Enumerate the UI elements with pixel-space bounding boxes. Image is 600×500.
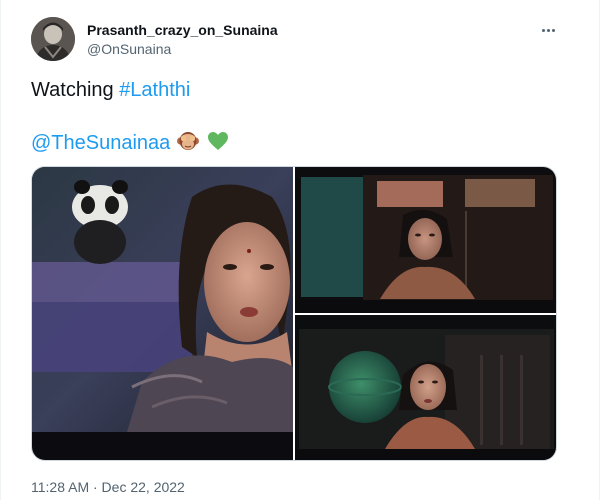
author-avatar[interactable] <box>31 17 75 61</box>
media-grid <box>31 166 557 461</box>
mention-link[interactable]: @TheSunainaa <box>31 132 170 154</box>
movie-still-2-image <box>295 167 556 313</box>
media-image-1[interactable] <box>32 167 293 460</box>
tweet-text: Watching #Laththi <box>31 77 190 103</box>
author-handle[interactable]: @OnSunaina <box>87 40 171 58</box>
author-display-name[interactable]: Prasanth_crazy_on_Sunaina <box>87 21 278 39</box>
movie-still-1-image <box>32 167 293 460</box>
movie-still-3-image <box>295 315 556 460</box>
tweet-timestamp[interactable]: 11:28 AM · Dec 22, 2022 <box>31 478 185 496</box>
hashtag-link[interactable]: #Laththi <box>119 79 190 101</box>
tweet-mention-line: @TheSunainaa <box>31 129 230 156</box>
see-no-evil-monkey-emoji-icon <box>176 129 200 153</box>
media-image-3[interactable] <box>295 315 556 460</box>
green-heart-emoji-icon <box>206 129 230 153</box>
media-image-2[interactable] <box>295 167 556 313</box>
tweet-card: Prasanth_crazy_on_Sunaina @OnSunaina Wat… <box>0 0 600 500</box>
avatar-image <box>31 17 75 61</box>
more-options-icon[interactable] <box>536 20 560 40</box>
tweet-text-prefix: Watching <box>31 79 120 101</box>
